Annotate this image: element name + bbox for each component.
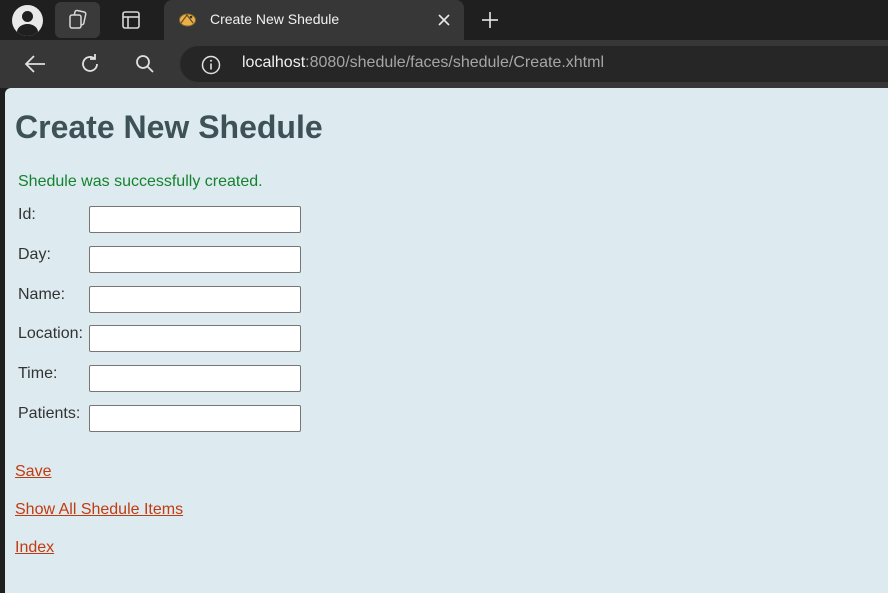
address-bar[interactable]: localhost:8080/shedule/faces/shedule/Cre… bbox=[180, 46, 888, 82]
form-row-patients: Patients: bbox=[18, 405, 318, 432]
profile-avatar-icon[interactable] bbox=[12, 5, 43, 36]
day-field[interactable] bbox=[89, 246, 301, 273]
location-field[interactable] bbox=[89, 325, 301, 352]
save-link[interactable]: Save bbox=[15, 463, 51, 481]
form-row-location: Location: bbox=[18, 325, 318, 352]
reload-icon[interactable] bbox=[75, 50, 105, 78]
form-row-time: Time: bbox=[18, 365, 318, 392]
url-text[interactable]: localhost:8080/shedule/faces/shedule/Cre… bbox=[242, 54, 604, 72]
id-field[interactable] bbox=[89, 206, 301, 233]
id-label: Id: bbox=[18, 206, 36, 223]
day-label: Day: bbox=[18, 246, 51, 263]
time-label: Time: bbox=[18, 365, 58, 382]
index-link[interactable]: Index bbox=[15, 539, 54, 557]
tab-actions-icon[interactable] bbox=[108, 2, 153, 38]
new-tab-plus-icon[interactable] bbox=[476, 6, 504, 34]
success-message: Shedule was successfully created. bbox=[18, 173, 263, 190]
url-host: localhost bbox=[242, 54, 306, 71]
workspaces-icon[interactable] bbox=[55, 2, 100, 38]
tab-bar: Create New Shedule bbox=[0, 0, 888, 40]
form-row-id: Id: bbox=[18, 206, 318, 233]
site-info-icon[interactable] bbox=[200, 54, 222, 76]
form-row-name: Name: bbox=[18, 286, 318, 313]
close-tab-icon[interactable] bbox=[434, 10, 454, 30]
page-content: Create New Shedule Shedule was successfu… bbox=[5, 88, 888, 593]
page-title: Create New Shedule bbox=[15, 109, 323, 145]
patients-label: Patients: bbox=[18, 405, 81, 422]
location-label: Location: bbox=[18, 325, 83, 342]
name-field[interactable] bbox=[89, 286, 301, 313]
tab-title: Create New Shedule bbox=[210, 11, 340, 27]
name-label: Name: bbox=[18, 286, 66, 303]
search-icon[interactable] bbox=[130, 50, 160, 78]
glassfish-favicon-icon bbox=[178, 11, 197, 28]
url-path: :8080/shedule/faces/shedule/Create.xhtml bbox=[305, 54, 605, 71]
show-all-shedule-items-link[interactable]: Show All Shedule Items bbox=[15, 501, 183, 519]
navigation-bar: localhost:8080/shedule/faces/shedule/Cre… bbox=[0, 40, 888, 88]
form-row-day: Day: bbox=[18, 246, 318, 273]
back-arrow-icon[interactable] bbox=[20, 50, 50, 78]
active-tab[interactable]: Create New Shedule bbox=[164, 0, 464, 40]
patients-field[interactable] bbox=[89, 405, 301, 432]
time-field[interactable] bbox=[89, 365, 301, 392]
